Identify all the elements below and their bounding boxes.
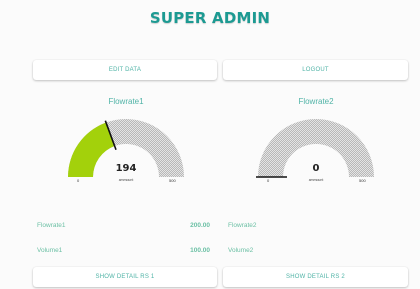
flowrate1-value: 200.00	[190, 222, 210, 229]
gauge-min-label: 0	[267, 178, 270, 183]
flowrate1-label: Flowrate1	[37, 222, 66, 229]
gauge-max-label: 500	[169, 178, 176, 183]
gauge-value: 0	[312, 163, 320, 174]
volume1-label: Volume1	[37, 247, 63, 254]
show-detail-rs2-button[interactable]: SHOW DETAIL RS 2	[223, 267, 408, 287]
edit-data-button[interactable]: EDIT DATA	[33, 60, 217, 80]
admin-dashboard: SUPER ADMIN EDIT DATA LOGOUT Flowrate1 1…	[0, 0, 420, 289]
gauge-title-flowrate2: Flowrate2	[298, 97, 334, 106]
gauge-value: 194	[115, 163, 137, 174]
gauge-unit: ammount	[308, 178, 324, 182]
gauge-min-label: 0	[77, 178, 80, 183]
gauge-title-flowrate1: Flowrate1	[108, 97, 144, 106]
volume2-label: Volume2	[228, 247, 254, 254]
logout-button[interactable]: LOGOUT	[223, 60, 408, 80]
gauge-max-label: 500	[359, 178, 366, 183]
flowrate2-label: Flowrate2	[228, 222, 257, 229]
page-title: SUPER ADMIN	[149, 9, 271, 27]
volume1-value: 100.00	[190, 247, 210, 254]
show-detail-rs1-button[interactable]: SHOW DETAIL RS 1	[33, 267, 217, 287]
gauge-unit: ammount	[118, 178, 134, 182]
